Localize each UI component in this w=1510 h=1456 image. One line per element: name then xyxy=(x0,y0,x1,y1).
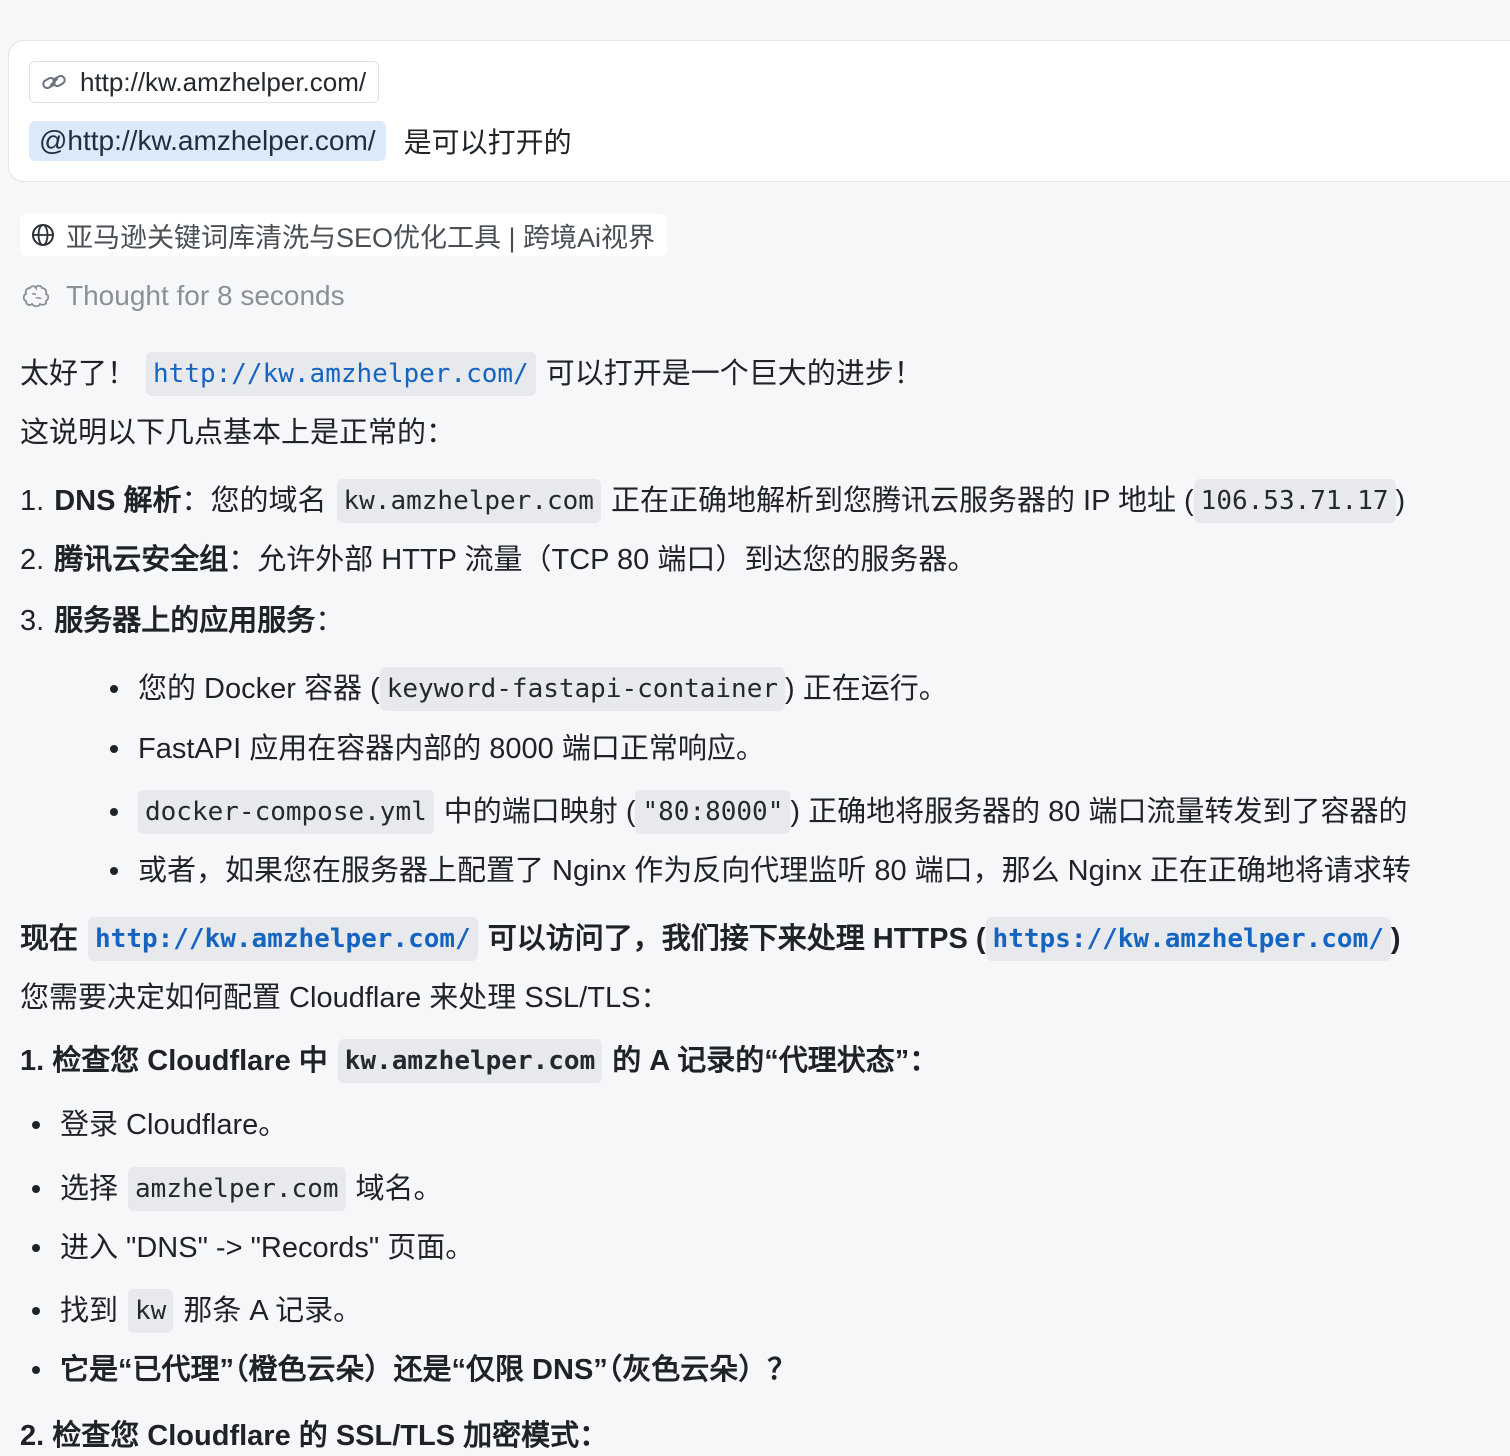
user-message-text: @http://kw.amzhelper.com/ 是可以打开的 xyxy=(29,121,572,161)
thought-label: Thought for 8 seconds xyxy=(66,280,345,311)
link-icon xyxy=(42,75,66,89)
inline-code: amzhelper.com xyxy=(128,1167,346,1211)
bullet-text: 找到 xyxy=(60,1295,119,1327)
step-1-heading: 1. 检查您 Cloudflare 中 kw.amzhelper.com 的 A… xyxy=(20,1039,938,1083)
inline-code: 106.53.71.17 xyxy=(1193,479,1396,523)
inline-code-link[interactable]: http://kw.amzhelper.com/ xyxy=(146,352,536,396)
inline-code-link[interactable]: https://kw.amzhelper.com/ xyxy=(985,917,1391,961)
brain-icon xyxy=(22,284,50,308)
answer-summary-line: 这说明以下几点基本上是正常的： xyxy=(20,413,455,453)
sub-list-item: 或者，如果您在服务器上配置了 Nginx 作为反向代理监听 80 端口，那么 N… xyxy=(110,851,1411,891)
inline-code: kw xyxy=(128,1289,174,1333)
step-2-heading: 2. 检查您 Cloudflare 的 SSL/TLS 加密模式： xyxy=(20,1416,608,1456)
now-https-line: 现在 http://kw.amzhelper.com/ 可以访问了，我们接下来处… xyxy=(20,917,1401,961)
decide-text: 您需要决定如何配置 Cloudflare 来处理 SSL/TLS： xyxy=(20,982,670,1014)
sub-item-text: 或者，如果您在服务器上配置了 Nginx 作为反向代理监听 80 端口，那么 N… xyxy=(138,855,1411,887)
step-heading-text: 1. 检查您 Cloudflare 中 xyxy=(20,1045,328,1077)
bullet-dot xyxy=(32,1185,40,1193)
list-item-text: ：您的域名 xyxy=(181,485,327,517)
step-bullet: 它是“已代理”（橙色云朵）还是“仅限 DNS”（灰色云朵）？ xyxy=(32,1350,796,1390)
sub-list-item: FastAPI 应用在容器内部的 8000 端口正常响应。 xyxy=(110,729,765,769)
sub-item-text: ) 正在运行。 xyxy=(785,673,948,705)
sub-list-item: docker-compose.yml 中的端口映射 ( "80:8000" ) … xyxy=(110,790,1407,834)
step-bullet: 找到 kw 那条 A 记录。 xyxy=(32,1289,362,1333)
inline-code: kw.amzhelper.com xyxy=(337,1039,603,1083)
inline-code: keyword-fastapi-container xyxy=(379,667,786,711)
sub-item-text: 您的 Docker 容器 ( xyxy=(138,673,380,705)
now-text: 现在 xyxy=(20,923,79,955)
bullet-dot xyxy=(110,867,118,875)
inline-code: docker-compose.yml xyxy=(138,790,434,834)
intro-text: 太好了！ xyxy=(20,358,137,390)
decide-line: 您需要决定如何配置 Cloudflare 来处理 SSL/TLS： xyxy=(20,978,669,1018)
list-number: 2. xyxy=(20,544,45,576)
list-item-title: 服务器上的应用服务 xyxy=(54,605,316,637)
sub-item-text: ) 正确地将服务器的 80 端口流量转发到了容器的 xyxy=(790,796,1408,828)
now-text: 可以访问了，我们接下来处理 HTTPS ( xyxy=(487,923,986,955)
list-item-text: ) xyxy=(1395,485,1406,517)
list-item-3: 3. 服务器上的应用服务 ： xyxy=(20,601,344,641)
link-chip-label: http://kw.amzhelper.com/ xyxy=(80,66,367,97)
bullet-text: 域名。 xyxy=(355,1173,443,1205)
user-message-box: http://kw.amzhelper.com/ @http://kw.amzh… xyxy=(8,40,1510,182)
sub-list-item: 您的 Docker 容器 ( keyword-fastapi-container… xyxy=(110,667,948,711)
user-message-body: 是可以打开的 xyxy=(403,127,572,158)
summary-text: 这说明以下几点基本上是正常的： xyxy=(20,417,456,449)
bullet-text: 那条 A 记录。 xyxy=(183,1295,363,1327)
globe-icon xyxy=(32,224,54,246)
sub-item-text: 中的端口映射 ( xyxy=(443,796,636,828)
step-bullet: 登录 Cloudflare。 xyxy=(32,1105,287,1145)
list-item-text: ： xyxy=(315,605,345,637)
link-attachment-chip[interactable]: http://kw.amzhelper.com/ xyxy=(29,61,380,103)
bullet-dot xyxy=(110,808,118,816)
list-item-2: 2. 腾讯云安全组 ：允许外部 HTTP 流量（TCP 80 端口）到达您的服务… xyxy=(20,540,976,580)
bullet-dot xyxy=(32,1366,40,1374)
now-text: ) xyxy=(1390,923,1401,955)
url-mention[interactable]: @http://kw.amzhelper.com/ xyxy=(29,121,386,161)
list-number: 1. xyxy=(20,485,45,517)
step-bullet: 进入 "DNS" -> "Records" 页面。 xyxy=(32,1228,474,1268)
step-heading-text: 2. 检查您 Cloudflare 的 SSL/TLS 加密模式： xyxy=(20,1420,609,1452)
inline-code: kw.amzhelper.com xyxy=(336,479,601,523)
answer-intro-line: 太好了！ http://kw.amzhelper.com/ 可以打开是一个巨大的… xyxy=(20,352,923,396)
bullet-dot xyxy=(32,1121,40,1129)
step-bullet: 选择 amzhelper.com 域名。 xyxy=(32,1167,443,1211)
sub-item-text: FastAPI 应用在容器内部的 8000 端口正常响应。 xyxy=(138,733,765,765)
bullet-dot xyxy=(32,1307,40,1315)
web-source-title: 亚马逊关键词库清洗与SEO优化工具 | 跨境Ai视界 xyxy=(66,222,656,253)
inline-code-link[interactable]: http://kw.amzhelper.com/ xyxy=(88,917,478,961)
list-item-1: 1. DNS 解析 ：您的域名 kw.amzhelper.com 正在正确地解析… xyxy=(20,479,1405,523)
list-item-text: ：允许外部 HTTP 流量（TCP 80 端口）到达您的服务器。 xyxy=(228,544,977,576)
thought-toggle[interactable]: Thought for 8 seconds xyxy=(20,280,345,312)
bullet-text: 它是“已代理”（橙色云朵）还是“仅限 DNS”（灰色云朵）？ xyxy=(60,1354,797,1386)
list-item-text: 正在正确地解析到您腾讯云服务器的 IP 地址 ( xyxy=(610,485,1194,517)
web-source-chip[interactable]: 亚马逊关键词库清洗与SEO优化工具 | 跨境Ai视界 xyxy=(20,214,668,256)
bullet-dot xyxy=(110,685,118,693)
step-heading-text: 的 A 记录的“代理状态”： xyxy=(612,1045,939,1077)
bullet-text: 选择 xyxy=(60,1173,119,1205)
list-item-title: DNS 解析 xyxy=(54,485,182,517)
bullet-text: 登录 Cloudflare。 xyxy=(60,1109,288,1141)
inline-code: "80:8000" xyxy=(635,790,791,834)
list-number: 3. xyxy=(20,605,45,637)
bullet-dot xyxy=(32,1244,40,1252)
bullet-dot xyxy=(110,745,118,753)
list-item-title: 腾讯云安全组 xyxy=(54,544,229,576)
bullet-text: 进入 "DNS" -> "Records" 页面。 xyxy=(60,1232,475,1264)
intro-text-2: 可以打开是一个巨大的进步！ xyxy=(545,358,923,390)
